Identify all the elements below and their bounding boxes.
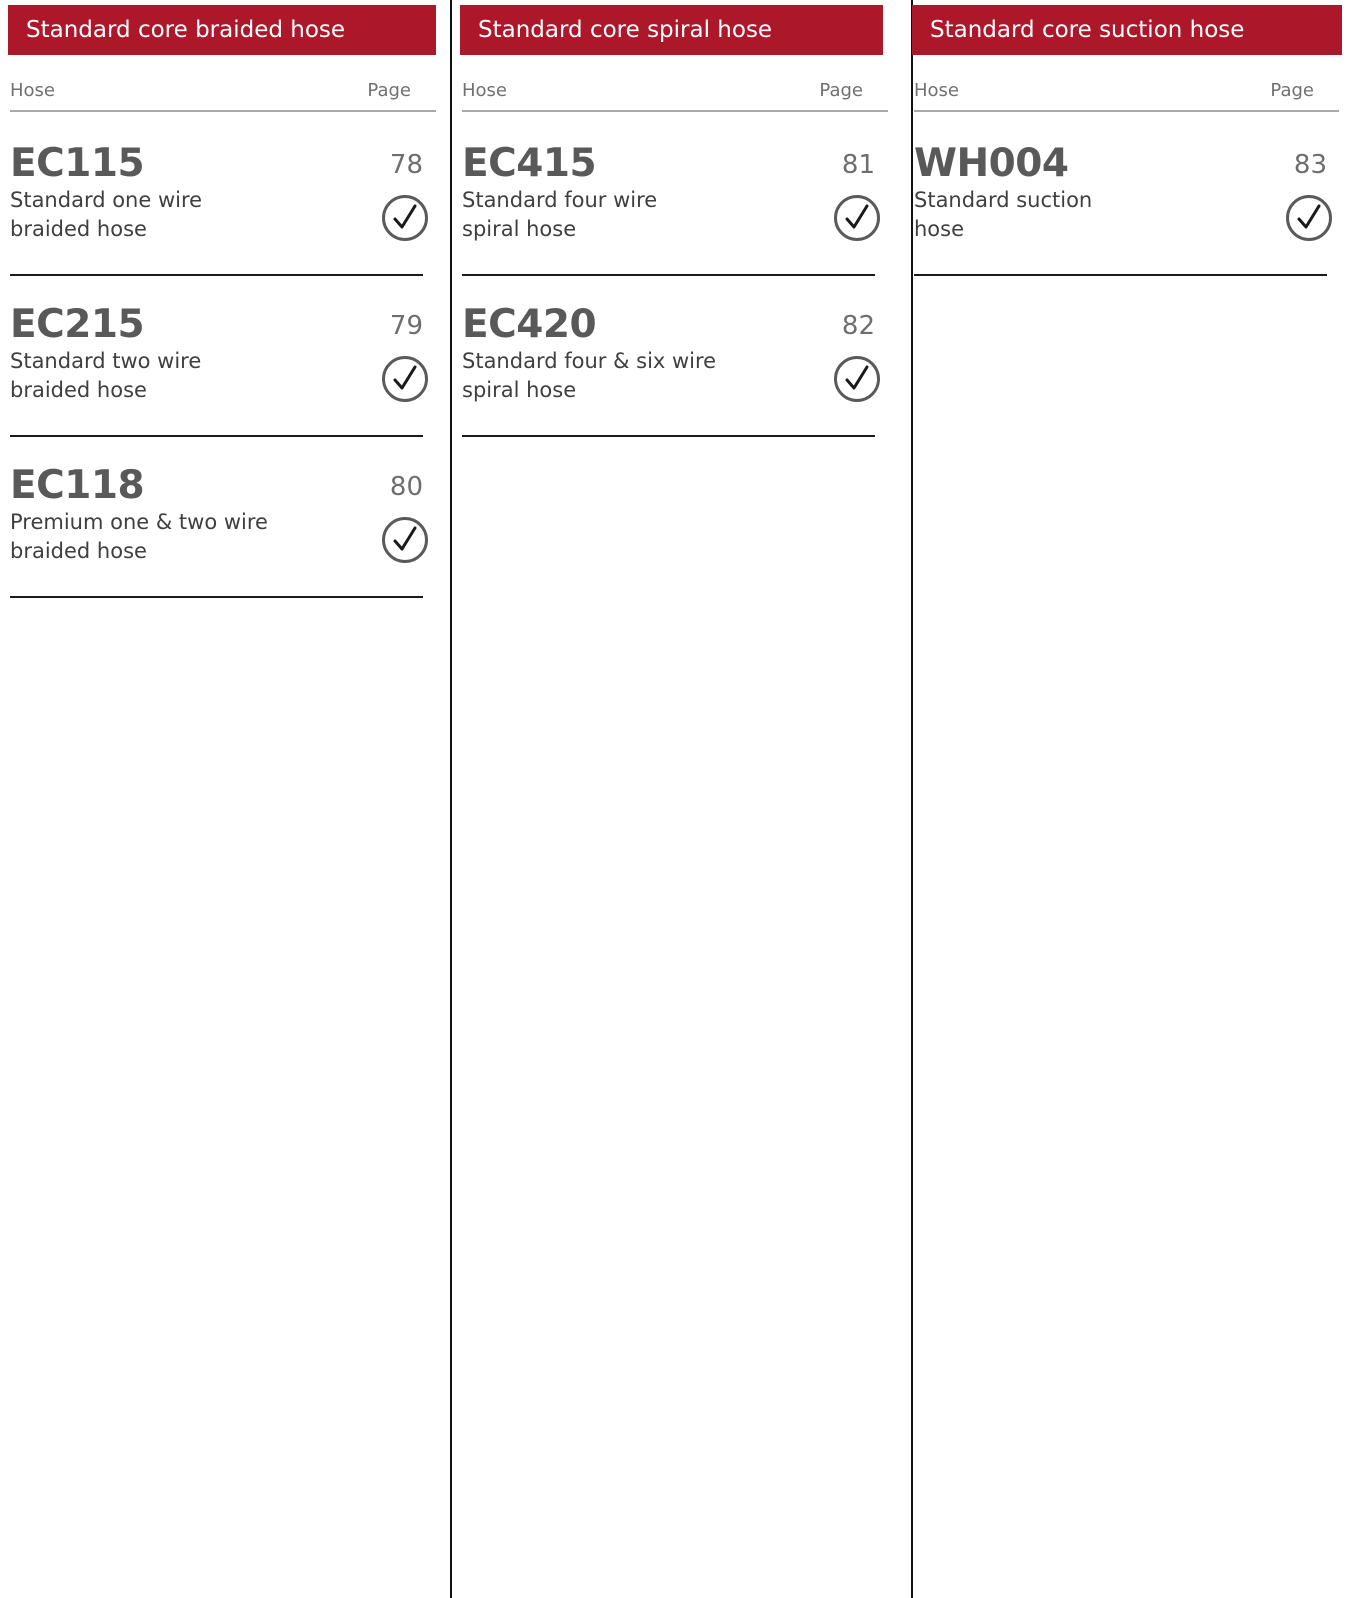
suction-hose-column: Standard core suction hose Hose Page WH0…	[912, 0, 1342, 1598]
hose-code: EC115	[10, 141, 145, 186]
column-title: Standard core suction hose	[912, 5, 1342, 55]
hose-entry[interactable]: EC420 82 Standard four & six wire spiral…	[462, 273, 880, 437]
hose-code: WH004	[914, 141, 1069, 186]
hose-description: Standard four & six wire spiral hose	[462, 349, 717, 402]
column-header: Hose Page	[462, 78, 888, 112]
braided-hose-column: Standard core braided hose Hose Page EC1…	[8, 0, 437, 1598]
page-header: Page	[367, 80, 411, 101]
hose-description: Standard one wire braided hose	[10, 188, 203, 241]
hose-code: EC118	[10, 463, 145, 508]
circle-check-icon	[382, 195, 428, 241]
column-title: Standard core spiral hose	[460, 5, 883, 55]
page-header: Page	[1270, 80, 1314, 101]
column-header: Hose Page	[914, 78, 1339, 112]
circle-check-icon	[834, 356, 880, 402]
page-number: 83	[1293, 150, 1327, 180]
column-divider	[450, 0, 452, 1598]
page-header: Page	[819, 80, 863, 101]
hose-code: EC215	[10, 302, 145, 347]
hose-entry[interactable]: EC215 79 Standard two wire braided hose	[10, 273, 428, 437]
hose-header: Hose	[914, 80, 959, 101]
circle-check-icon	[382, 517, 428, 563]
hose-code: EC415	[462, 141, 597, 186]
column-header: Hose Page	[10, 78, 436, 112]
hose-entry[interactable]: EC415 81 Standard four wire spiral hose	[462, 112, 880, 276]
hose-header: Hose	[10, 80, 55, 101]
circle-check-icon	[834, 195, 880, 241]
entry-divider	[462, 435, 875, 437]
column-title: Standard core braided hose	[8, 5, 436, 55]
hose-entry[interactable]: EC115 78 Standard one wire braided hose	[10, 112, 428, 276]
page-number: 82	[841, 311, 875, 341]
hose-description: Premium one & two wire braided hose	[10, 510, 268, 563]
hose-header: Hose	[462, 80, 507, 101]
hose-description: Standard four wire spiral hose	[462, 188, 658, 241]
hose-description: Standard suction hose	[914, 188, 1093, 241]
page-number: 80	[389, 472, 423, 502]
hose-description: Standard two wire braided hose	[10, 349, 202, 402]
entry-divider	[10, 596, 423, 598]
page-number: 78	[389, 150, 423, 180]
page-number: 81	[841, 150, 875, 180]
entry-divider	[914, 274, 1327, 276]
circle-check-icon	[1286, 195, 1332, 241]
spiral-hose-column: Standard core spiral hose Hose Page EC41…	[460, 0, 890, 1598]
hose-entry[interactable]: EC118 80 Premium one & two wire braided …	[10, 434, 428, 598]
circle-check-icon	[382, 356, 428, 402]
page-number: 79	[389, 311, 423, 341]
hose-code: EC420	[462, 302, 597, 347]
hose-entry[interactable]: WH004 83 Standard suction hose	[914, 112, 1332, 276]
